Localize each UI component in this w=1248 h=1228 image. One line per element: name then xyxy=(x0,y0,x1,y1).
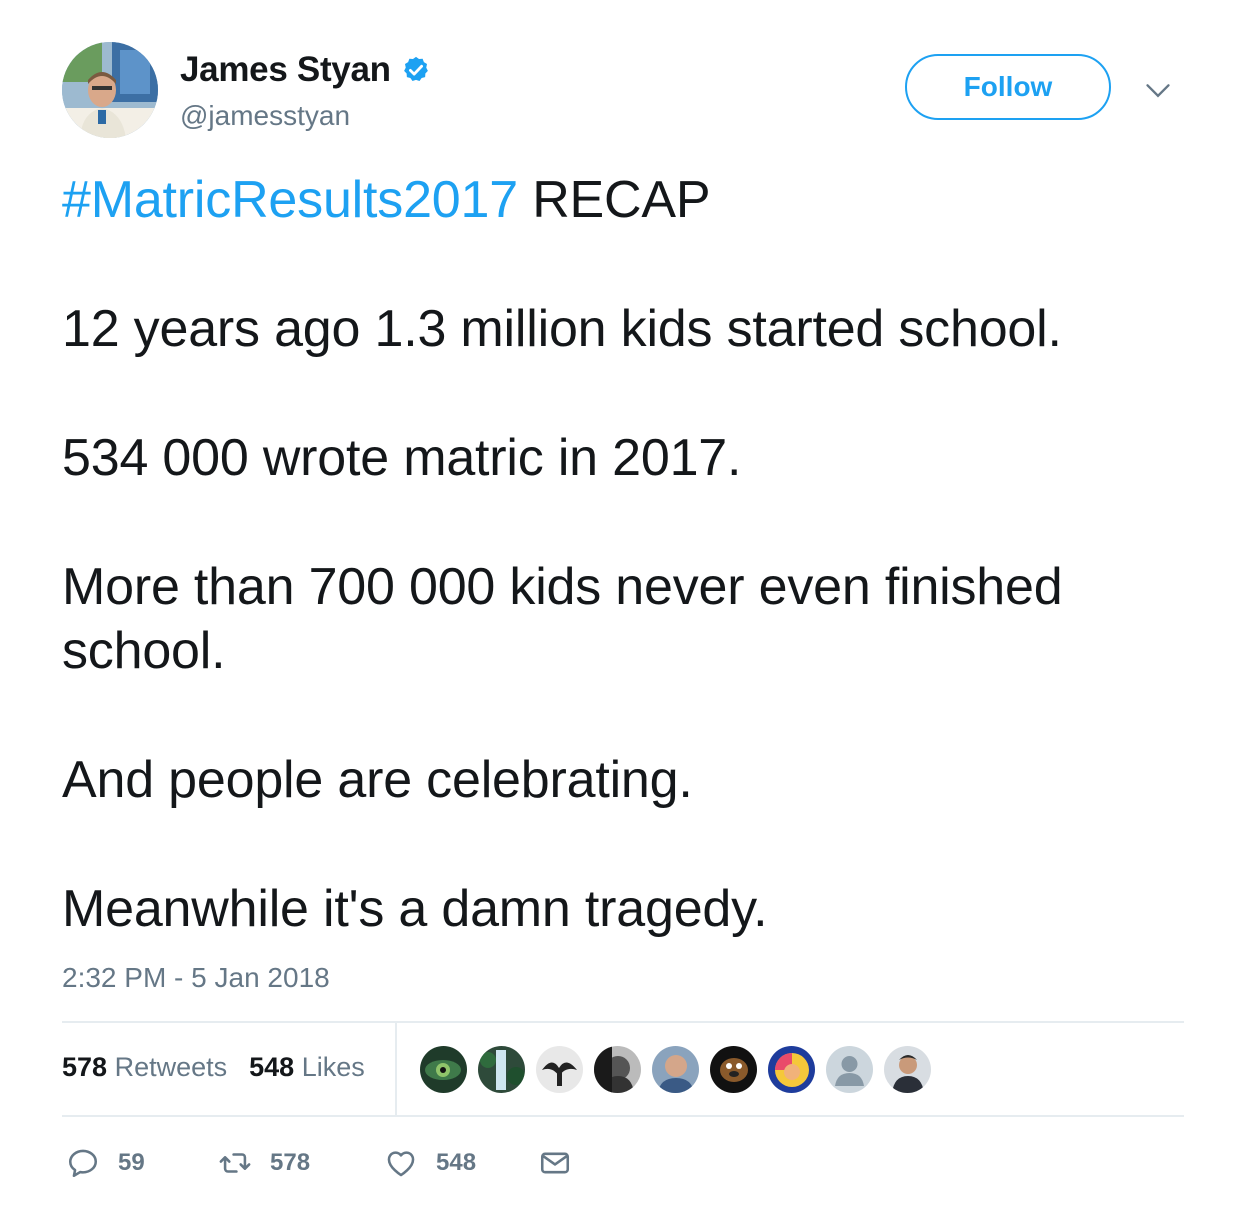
tweet-line: #MatricResults2017 RECAP xyxy=(62,168,711,232)
liker-avatar[interactable] xyxy=(594,1046,641,1093)
like-count: 548 xyxy=(436,1149,477,1176)
tweet-line: More than 700 000 kids never even finish… xyxy=(62,558,1063,680)
tweet-line: And people are celebrating. xyxy=(62,751,693,809)
reply-button[interactable]: 59 xyxy=(66,1146,218,1180)
verified-badge-icon xyxy=(403,56,428,81)
liker-avatars xyxy=(420,1046,931,1093)
likes-count: 548 xyxy=(249,1052,295,1082)
follow-button[interactable]: Follow xyxy=(905,54,1111,120)
tweet-line: 534 000 wrote matric in 2017. xyxy=(62,429,742,487)
user-handle[interactable]: @jamesstyan xyxy=(180,100,350,132)
tweet-timestamp[interactable]: 2:32 PM - 5 Jan 2018 xyxy=(62,962,330,994)
liker-avatar[interactable] xyxy=(536,1046,583,1093)
liker-avatar[interactable] xyxy=(710,1046,757,1093)
liker-avatar[interactable] xyxy=(826,1046,873,1093)
tweet-line-text: RECAP xyxy=(517,171,711,229)
heart-icon xyxy=(387,1151,415,1177)
divider xyxy=(62,1021,1184,1023)
liker-avatar[interactable] xyxy=(652,1046,699,1093)
envelope-icon xyxy=(540,1152,570,1174)
retweet-icon xyxy=(219,1153,251,1173)
name-row: James Styan xyxy=(180,50,431,90)
tweet-stats: 578 Retweets 548 Likes xyxy=(62,1052,365,1083)
user-name[interactable]: James Styan xyxy=(180,50,391,90)
retweets-count: 578 xyxy=(62,1052,108,1082)
liker-avatar[interactable] xyxy=(884,1046,931,1093)
chevron-down-icon[interactable] xyxy=(1144,76,1172,104)
like-button[interactable]: 548 xyxy=(384,1146,538,1180)
tweet-line: 12 years ago 1.3 million kids started sc… xyxy=(62,300,1062,358)
tweet-header: James Styan @jamesstyan Follow xyxy=(62,42,1186,142)
user-avatar[interactable] xyxy=(62,42,158,138)
reply-icon xyxy=(68,1149,98,1178)
hashtag-link[interactable]: #MatricResults2017 xyxy=(62,171,518,229)
stats-divider xyxy=(395,1023,397,1116)
tweet-line: Meanwhile it's a damn tragedy. xyxy=(62,880,768,938)
divider xyxy=(62,1115,1184,1117)
tweet-actions: 59 578 548 xyxy=(66,1146,572,1180)
retweets-label: Retweets xyxy=(114,1052,228,1082)
reply-count: 59 xyxy=(118,1149,145,1176)
liker-avatar[interactable] xyxy=(420,1046,467,1093)
likes-label: Likes xyxy=(301,1052,365,1082)
retweet-count: 578 xyxy=(270,1149,311,1176)
retweets-stat[interactable]: 578 Retweets xyxy=(62,1052,227,1083)
likes-stat[interactable]: 548 Likes xyxy=(249,1052,365,1083)
direct-message-button[interactable] xyxy=(538,1146,572,1180)
liker-avatar[interactable] xyxy=(768,1046,815,1093)
retweet-button[interactable]: 578 xyxy=(218,1146,384,1180)
liker-avatar[interactable] xyxy=(478,1046,525,1093)
